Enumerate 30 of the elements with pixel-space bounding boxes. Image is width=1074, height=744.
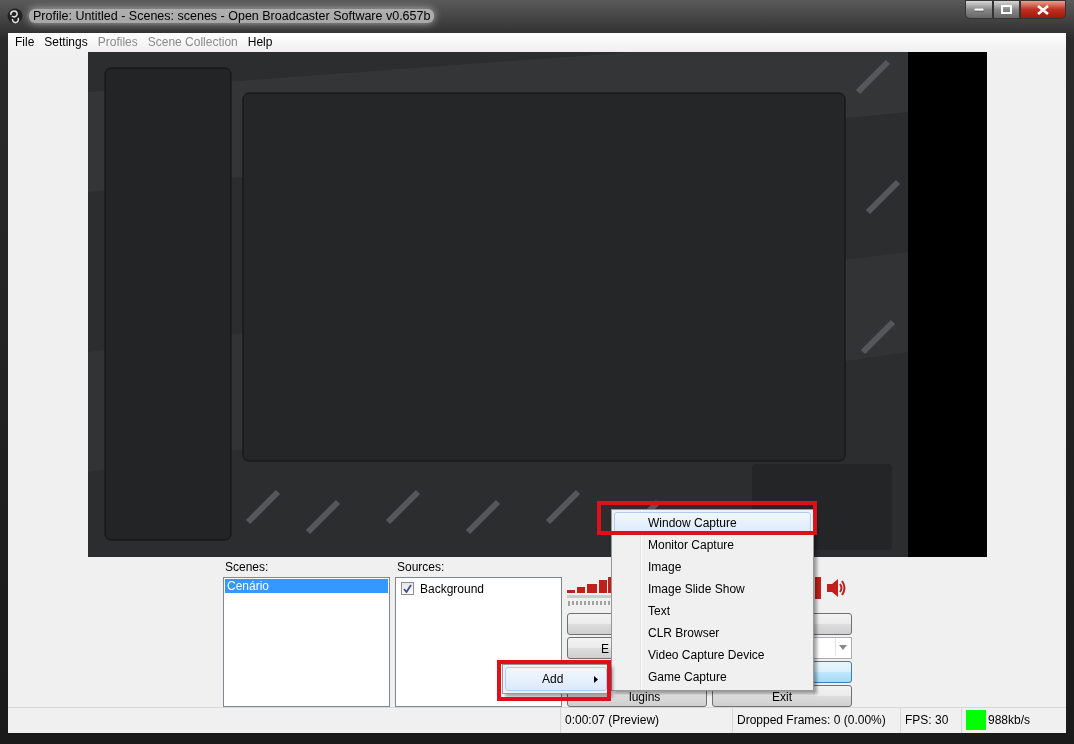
status-time: 0:00:07 (Preview)	[565, 713, 660, 728]
menu-item[interactable]: Image Slide Show	[614, 578, 811, 600]
menu-item[interactable]: Settings	[39, 34, 93, 49]
volume-meter-drawing	[815, 576, 821, 599]
menu-item[interactable]: Image	[614, 556, 811, 578]
menu-item[interactable]: Help	[242, 34, 278, 49]
app-logo-icon	[7, 7, 23, 24]
minimize-button[interactable]	[965, 0, 993, 19]
menu-item[interactable]: Text	[614, 600, 811, 622]
fps-reading: FPS: 30	[905, 713, 949, 728]
dropped-frames: Dropped Frames: 0 (0.00%)	[737, 713, 886, 728]
menu-item[interactable]: Window Capture	[614, 512, 811, 534]
close-button[interactable]	[1020, 0, 1066, 19]
submenu-arrow-icon	[594, 675, 598, 683]
bitrate-reading: 988kb/s	[988, 713, 1031, 728]
checkbox[interactable]	[401, 582, 414, 596]
close-icon	[1037, 4, 1049, 15]
maximize-icon	[1001, 5, 1012, 14]
sources-label: Sources:	[396, 558, 446, 576]
minimize-icon	[974, 7, 984, 12]
scenes-label: Scenes:	[224, 558, 270, 576]
maximize-button[interactable]	[993, 0, 1020, 19]
menu-item[interactable]: Video Capture Device	[614, 644, 811, 666]
source-name: Background	[420, 581, 485, 596]
window-title: Profile: Untitled - Scenes: scenes - Open Broadcaster Software v0.657b	[29, 8, 435, 23]
menu-item[interactable]: CLR Browser	[614, 622, 811, 644]
add-menu-item[interactable]: Add	[505, 667, 607, 691]
menu-item[interactable]: File	[10, 34, 40, 49]
menu-item[interactable]: Monitor Capture	[614, 534, 811, 556]
speaker-icon[interactable]	[825, 576, 847, 599]
